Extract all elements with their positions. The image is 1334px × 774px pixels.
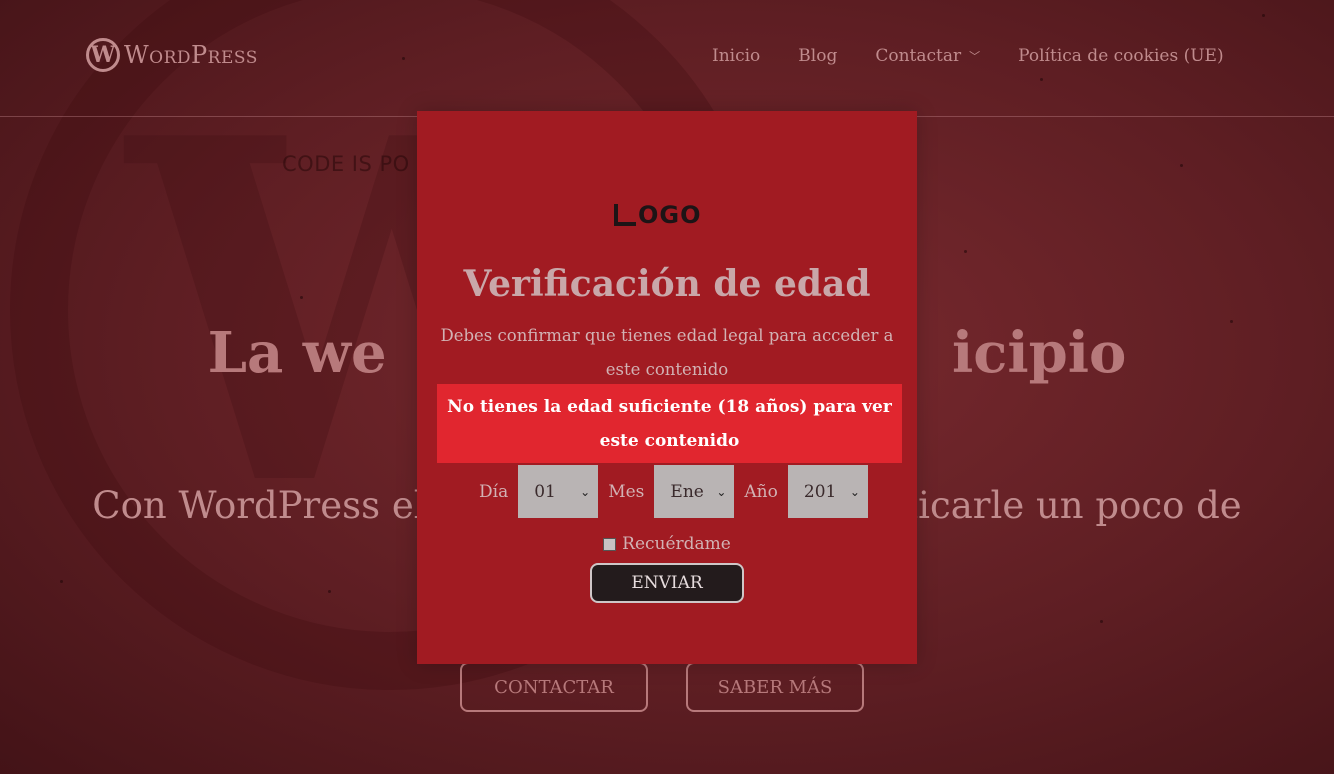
site-header: W WordPress Inicio Blog Contactar ﹀ Polít…: [0, 0, 1334, 117]
month-select[interactable]: Ene ⌄: [654, 465, 735, 518]
nav-label: Inicio: [712, 46, 761, 66]
nav-item-inicio[interactable]: Inicio: [712, 46, 760, 66]
learn-more-button[interactable]: SABER MÁS: [686, 662, 864, 712]
day-value: 01: [534, 481, 556, 502]
year-label: Año: [744, 481, 778, 502]
chevron-down-icon: ﹀: [969, 50, 981, 63]
year-value: 201: [803, 481, 837, 502]
nav-label: Blog: [798, 46, 838, 66]
remember-label: Recuérdame: [622, 534, 731, 554]
site-name: WordPress: [124, 41, 258, 69]
chevron-down-icon: ⌄: [716, 484, 727, 499]
birthdate-selector: Día 01 ⌄ Mes Ene ⌄ Año 201 ⌄: [479, 465, 868, 518]
submit-button[interactable]: ENVIAR: [590, 563, 744, 603]
contact-button[interactable]: CONTACTAR: [460, 662, 648, 712]
error-message: No tienes la edad suficiente (18 años) p…: [437, 384, 902, 463]
chevron-down-icon: ⌄: [580, 484, 591, 499]
age-verification-modal: OGO Verificación de edad Debes confirmar…: [417, 111, 917, 664]
remember-checkbox[interactable]: [603, 537, 617, 551]
site-logo[interactable]: W WordPress: [86, 38, 258, 72]
month-value: Ene: [670, 481, 704, 502]
nav-item-cookies[interactable]: Política de cookies (UE): [1018, 46, 1223, 66]
main-nav: Inicio Blog Contactar ﹀ Política de cooki…: [712, 46, 1224, 66]
day-label: Día: [479, 481, 509, 502]
logo-l-icon: [614, 204, 636, 226]
nav-item-contactar[interactable]: Contactar ﹀: [875, 46, 980, 66]
tagline: CODE IS PO: [282, 152, 410, 176]
modal-logo: OGO: [614, 201, 702, 229]
chevron-down-icon: ⌄: [849, 484, 860, 499]
year-select[interactable]: 201 ⌄: [787, 465, 868, 518]
logo-text: OGO: [638, 201, 702, 229]
modal-title: Verificación de edad: [463, 263, 871, 305]
wordpress-logo-icon: W: [86, 38, 120, 72]
nav-label: Contactar: [875, 46, 962, 66]
day-select[interactable]: 01 ⌄: [518, 465, 599, 518]
modal-description: Debes confirmar que tienes edad legal pa…: [440, 326, 894, 379]
remember-me[interactable]: Recuérdame: [417, 534, 917, 554]
month-label: Mes: [608, 481, 645, 502]
nav-label: Política de cookies (UE): [1018, 46, 1224, 66]
hero-buttons: CONTACTAR SABER MÁS: [460, 662, 864, 712]
nav-item-blog[interactable]: Blog: [798, 46, 837, 66]
